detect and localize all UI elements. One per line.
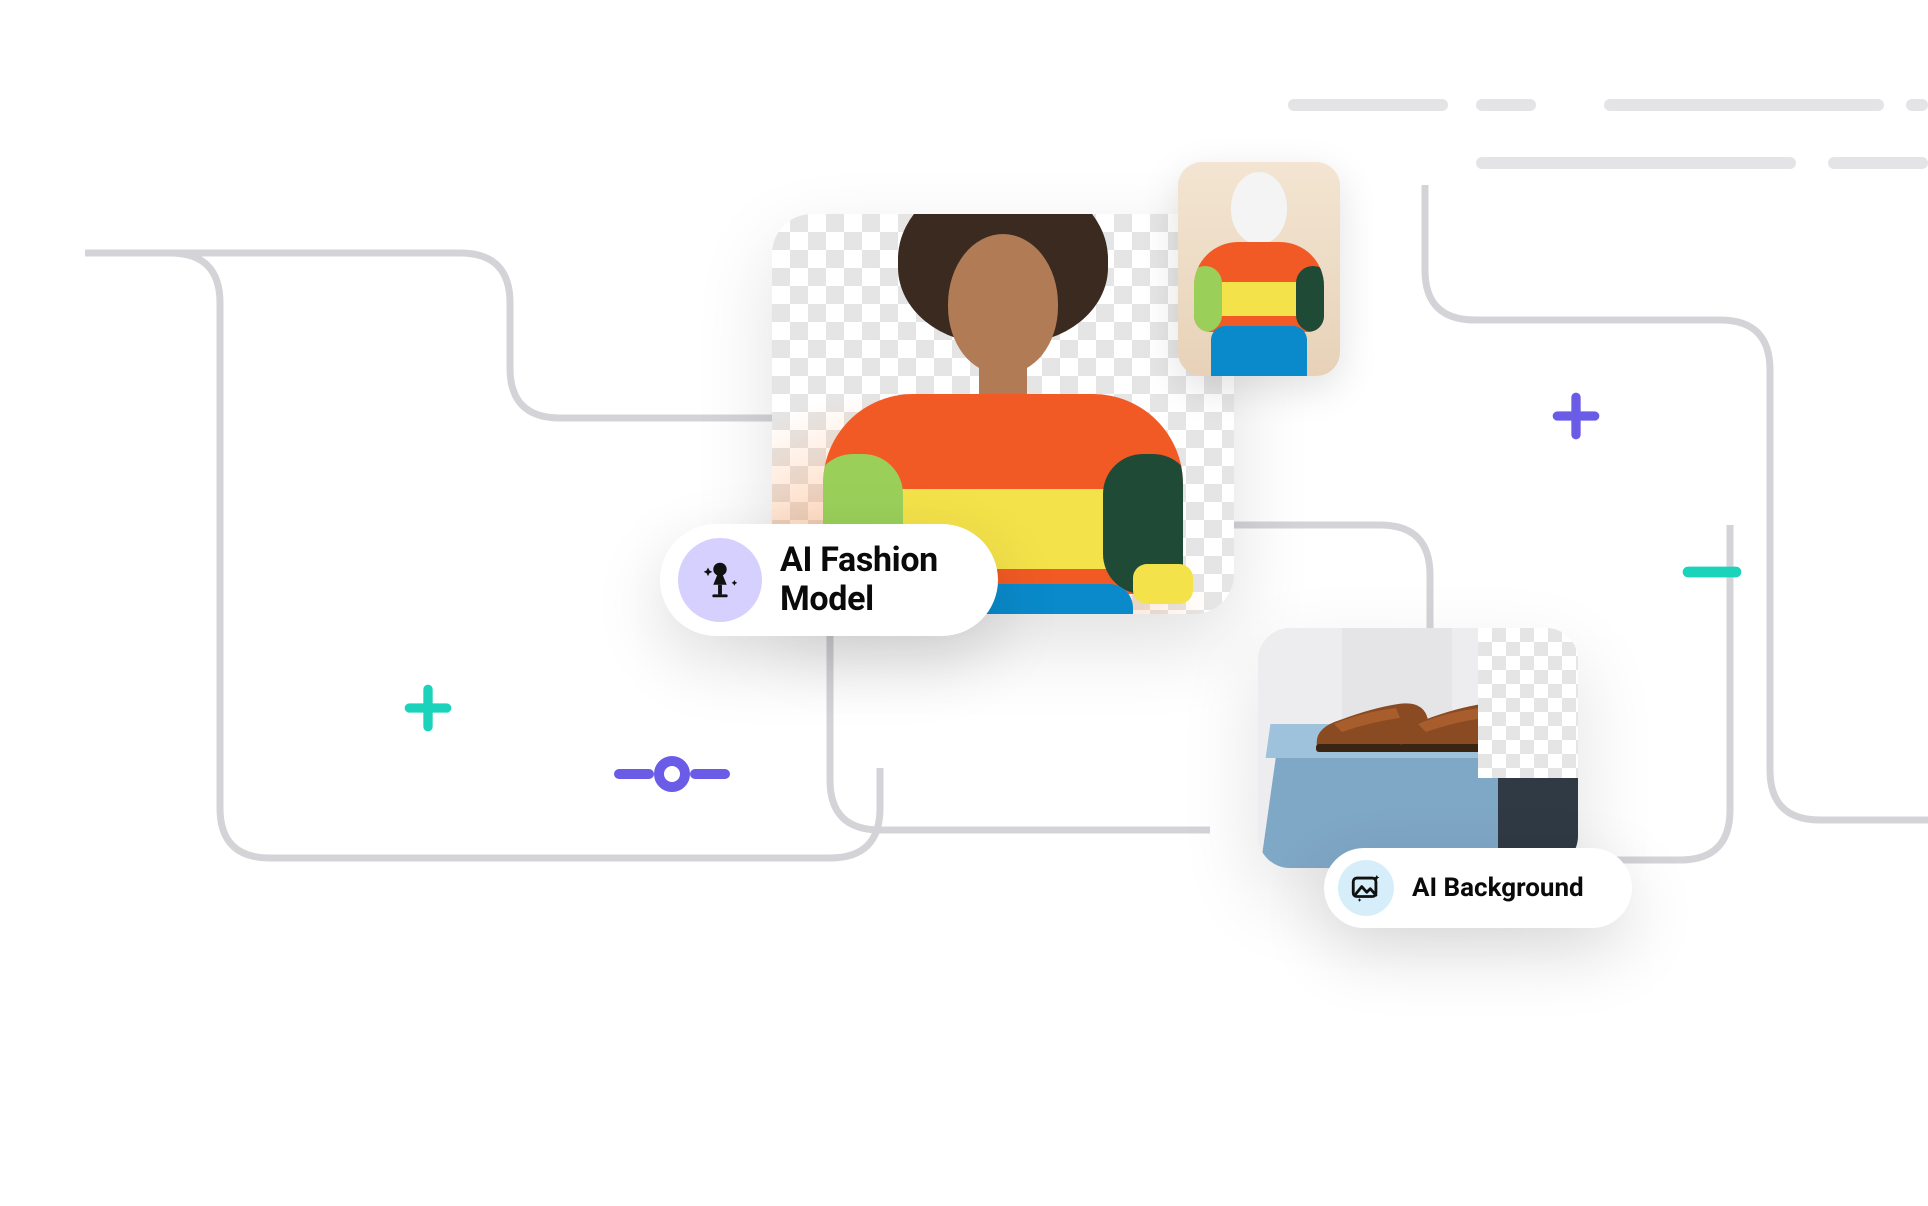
mannequin-thumb-card bbox=[1178, 162, 1340, 376]
minus-icon bbox=[1680, 560, 1744, 584]
placeholder-bar bbox=[1604, 99, 1884, 111]
ai-fashion-model-pill[interactable]: AI Fashion Model bbox=[660, 524, 998, 636]
ai-background-shoes-card bbox=[1258, 628, 1578, 868]
pill-label: AI Background bbox=[1412, 873, 1584, 903]
mannequin-sparkle-icon bbox=[678, 538, 762, 622]
ai-background-pill[interactable]: AI Background bbox=[1324, 848, 1632, 928]
plus-icon bbox=[400, 680, 456, 736]
placeholder-bar bbox=[1476, 99, 1536, 111]
placeholder-bar bbox=[1828, 157, 1928, 169]
placeholder-bar bbox=[1906, 99, 1928, 111]
image-sparkle-icon bbox=[1338, 860, 1394, 916]
placeholder-bar bbox=[1288, 99, 1448, 111]
placeholder-bar bbox=[1476, 157, 1796, 169]
plus-icon bbox=[1548, 388, 1604, 444]
commit-node-icon bbox=[614, 756, 730, 792]
pill-label: AI Fashion Model bbox=[780, 541, 938, 619]
